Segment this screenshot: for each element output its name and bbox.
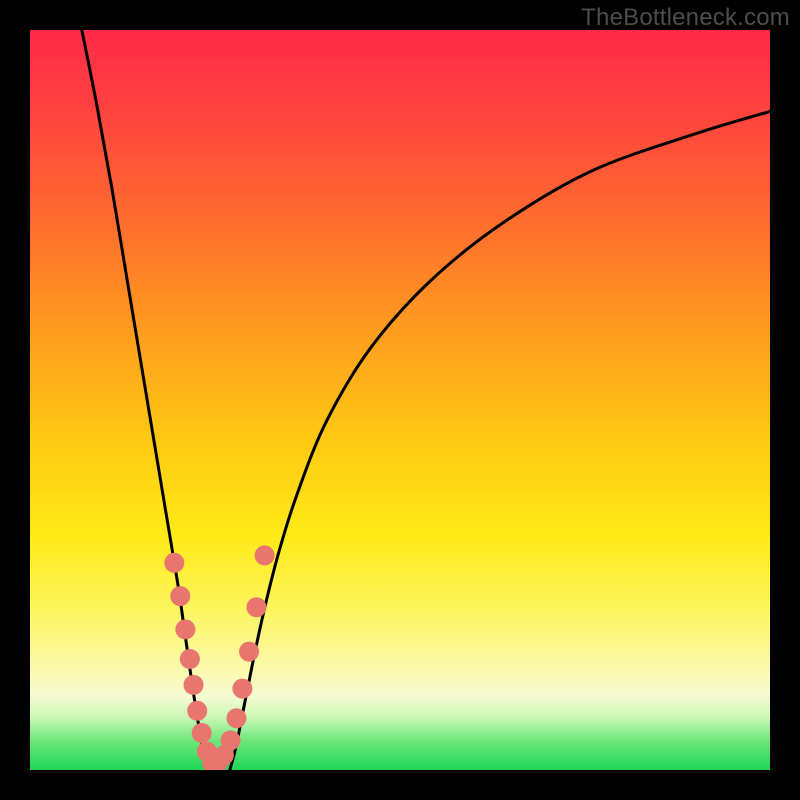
marker-point <box>192 723 212 743</box>
watermark-text: TheBottleneck.com <box>581 4 790 32</box>
marker-point <box>170 586 190 606</box>
marker-point <box>255 545 275 565</box>
marker-point <box>246 597 266 617</box>
curve-right-branch <box>230 111 770 770</box>
marker-point <box>175 619 195 639</box>
marker-point <box>221 730 241 750</box>
marker-point <box>239 642 259 662</box>
marker-point <box>184 675 204 695</box>
chart-frame: TheBottleneck.com <box>0 0 800 800</box>
highlighted-markers <box>164 545 274 770</box>
marker-point <box>232 679 252 699</box>
series-right-branch <box>230 111 770 770</box>
marker-point <box>180 649 200 669</box>
marker-point <box>187 701 207 721</box>
curve-layer <box>30 30 770 770</box>
marker-point <box>164 553 184 573</box>
marker-point <box>226 708 246 728</box>
plot-area <box>30 30 770 770</box>
